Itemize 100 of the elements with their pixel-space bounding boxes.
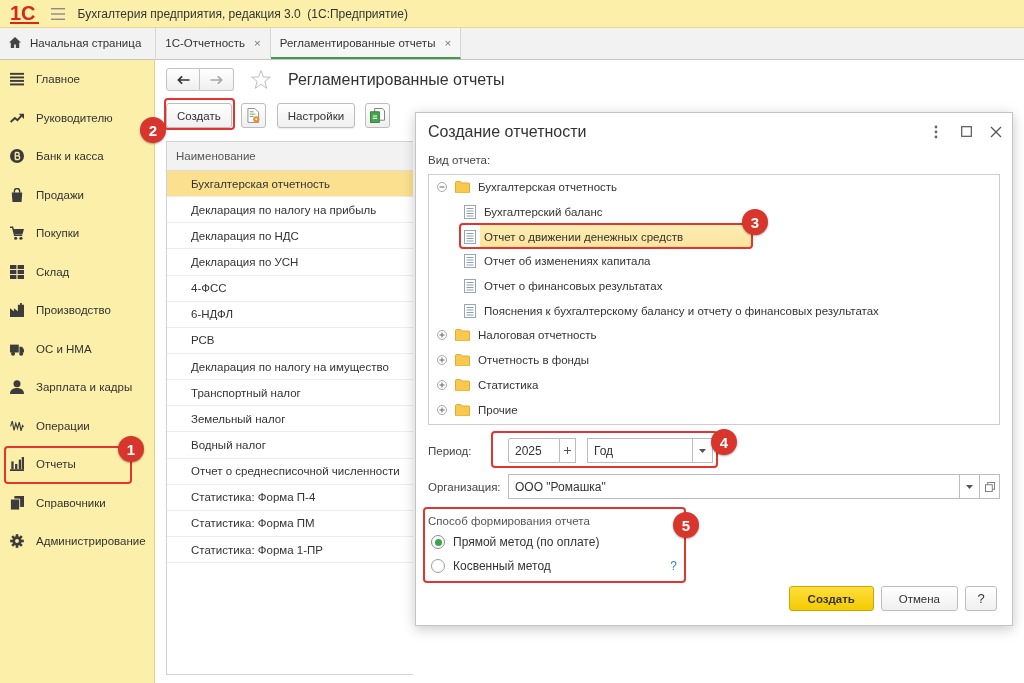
minus-circle-icon[interactable] [437,182,447,193]
table-row[interactable]: Бухгалтерская отчетность [167,171,413,198]
folder-icon [455,181,470,194]
documents-button[interactable] [365,103,391,128]
close-button[interactable]: × [444,36,452,49]
copy-icon [984,481,995,492]
tab[interactable]: 1С-Отчетность × [156,28,271,59]
coin-icon [10,149,24,164]
table-row[interactable]: Статистика: Форма П-4 [167,484,413,511]
table-row[interactable]: Статистика: Форма ПМ [167,510,413,537]
factory-icon [10,303,24,318]
radio-label[interactable]: Прямой метод (по оплате) [453,535,600,549]
sidebar-item[interactable]: Операции [0,406,92,445]
table-row[interactable]: Декларация по НДС [167,223,413,250]
help-link[interactable]: ? [670,559,677,573]
more-vertical-icon [934,124,938,139]
tab[interactable]: Начальная страница [0,28,157,59]
sidebar-item[interactable]: Покупки [0,214,82,253]
table-row[interactable]: Отчет о среднесписочной численности [167,458,413,485]
documents-icon [10,495,24,510]
organization-field[interactable]: ООО "Ромашка" [508,474,960,499]
sidebar-item[interactable]: ОС и НМА [0,329,94,368]
sidebar-item[interactable]: Производство [0,291,113,330]
plus-button[interactable] [560,438,576,463]
table-row[interactable]: Земельный налог [167,406,413,433]
folder-icon [455,329,470,342]
tab[interactable]: Регламентированные отчеты × [270,28,462,59]
radio-label[interactable]: Косвенный метод [453,559,551,573]
sidebar-item[interactable]: Руководителю [0,98,115,137]
sidebar-item[interactable]: Администрирование [0,522,148,561]
field-label: Организация: [428,480,502,493]
create-button[interactable]: Создать [788,586,874,611]
tree-item[interactable]: Пояснения к бухгалтерскому балансу и отчету о финансовых результатах [480,298,883,324]
radio-button[interactable] [431,559,445,573]
new-document-button[interactable] [240,103,266,128]
help-button[interactable]: ? [965,586,997,611]
settings-button[interactable]: Настройки [276,103,356,128]
field-label: Вид отчета: [428,153,492,168]
grid-icon [10,264,24,279]
documents-icon [370,108,386,123]
plus-circle-icon[interactable] [437,330,447,341]
bar-chart-icon [10,457,24,472]
period-unit-field[interactable]: Год [587,438,693,463]
table-row[interactable]: 4-ФСС [167,275,413,302]
tree-item[interactable]: Бухгалтерский баланс [480,199,607,225]
create-button[interactable]: Создать [166,103,232,128]
table-row[interactable]: Транспортный налог [167,380,413,407]
file-icon [464,279,476,294]
plus-circle-icon[interactable] [437,379,447,390]
menu-icon[interactable] [50,7,65,20]
waveform-icon [10,418,24,433]
sidebar-item[interactable]: Банк и касса [0,137,106,176]
file-icon [464,205,476,220]
table-row[interactable]: Водный налог [167,432,413,459]
tree-item[interactable]: Бухгалтерская отчетность [476,175,620,200]
sidebar-item[interactable]: Склад [0,252,72,291]
tree-item[interactable]: Статистика [476,372,541,398]
sidebar-item[interactable]: Справочники [0,483,108,522]
tree-item[interactable]: Отчет об изменениях капитала [480,249,655,274]
radio-button[interactable] [431,535,445,549]
callout-badge: 1 [118,436,144,462]
callout-badge: 5 [673,512,699,538]
table-row[interactable]: Статистика: Форма 1-ПР [167,536,413,564]
plus-icon [564,447,571,454]
tree-item[interactable]: Прочие [476,397,520,422]
table-row[interactable]: Декларация по налогу на прибыль [167,197,413,224]
group-title: Способ формирования отчета [428,514,591,529]
tree-item[interactable]: Налоговая отчетность [476,323,599,348]
highlight-frame [164,98,235,130]
logo: 1С [10,3,39,24]
back-button[interactable] [166,68,200,91]
year-field[interactable]: 2025 [508,438,560,463]
tree-item[interactable]: Отчетность в фонды [476,347,591,373]
tree-item[interactable]: Отчет о финансовых результатах [480,273,667,299]
dropdown-button[interactable] [693,438,713,463]
home-icon [9,37,21,48]
table-row[interactable]: РСВ [167,327,413,354]
sidebar-item[interactable]: Продажи [0,175,87,214]
gear-icon [10,534,24,549]
cart-icon [10,226,24,241]
table-row[interactable]: Декларация по налогу на имущество [167,354,413,381]
document-icon [246,108,260,123]
cancel-button[interactable]: Отмена [880,586,958,611]
person-icon [10,380,24,395]
arrow-left-icon [176,74,190,85]
sidebar-item[interactable]: Главное [0,60,82,99]
file-icon [464,303,476,318]
plus-circle-icon[interactable] [437,355,447,366]
maximize-icon [960,126,972,137]
column-header[interactable]: Наименование [167,142,413,171]
caret-icon [966,484,973,489]
sidebar-item[interactable]: Зарплата и кадры [0,368,135,407]
table-row[interactable]: 6-НДФЛ [167,301,413,328]
close-button[interactable]: × [254,36,261,49]
dropdown-button[interactable] [960,474,980,499]
plus-circle-icon[interactable] [437,404,447,415]
table-row[interactable]: Декларация по УСН [167,249,413,276]
open-button[interactable] [980,474,1000,499]
sidebar-item[interactable]: Отчеты [0,445,78,484]
star-icon[interactable] [251,70,271,89]
